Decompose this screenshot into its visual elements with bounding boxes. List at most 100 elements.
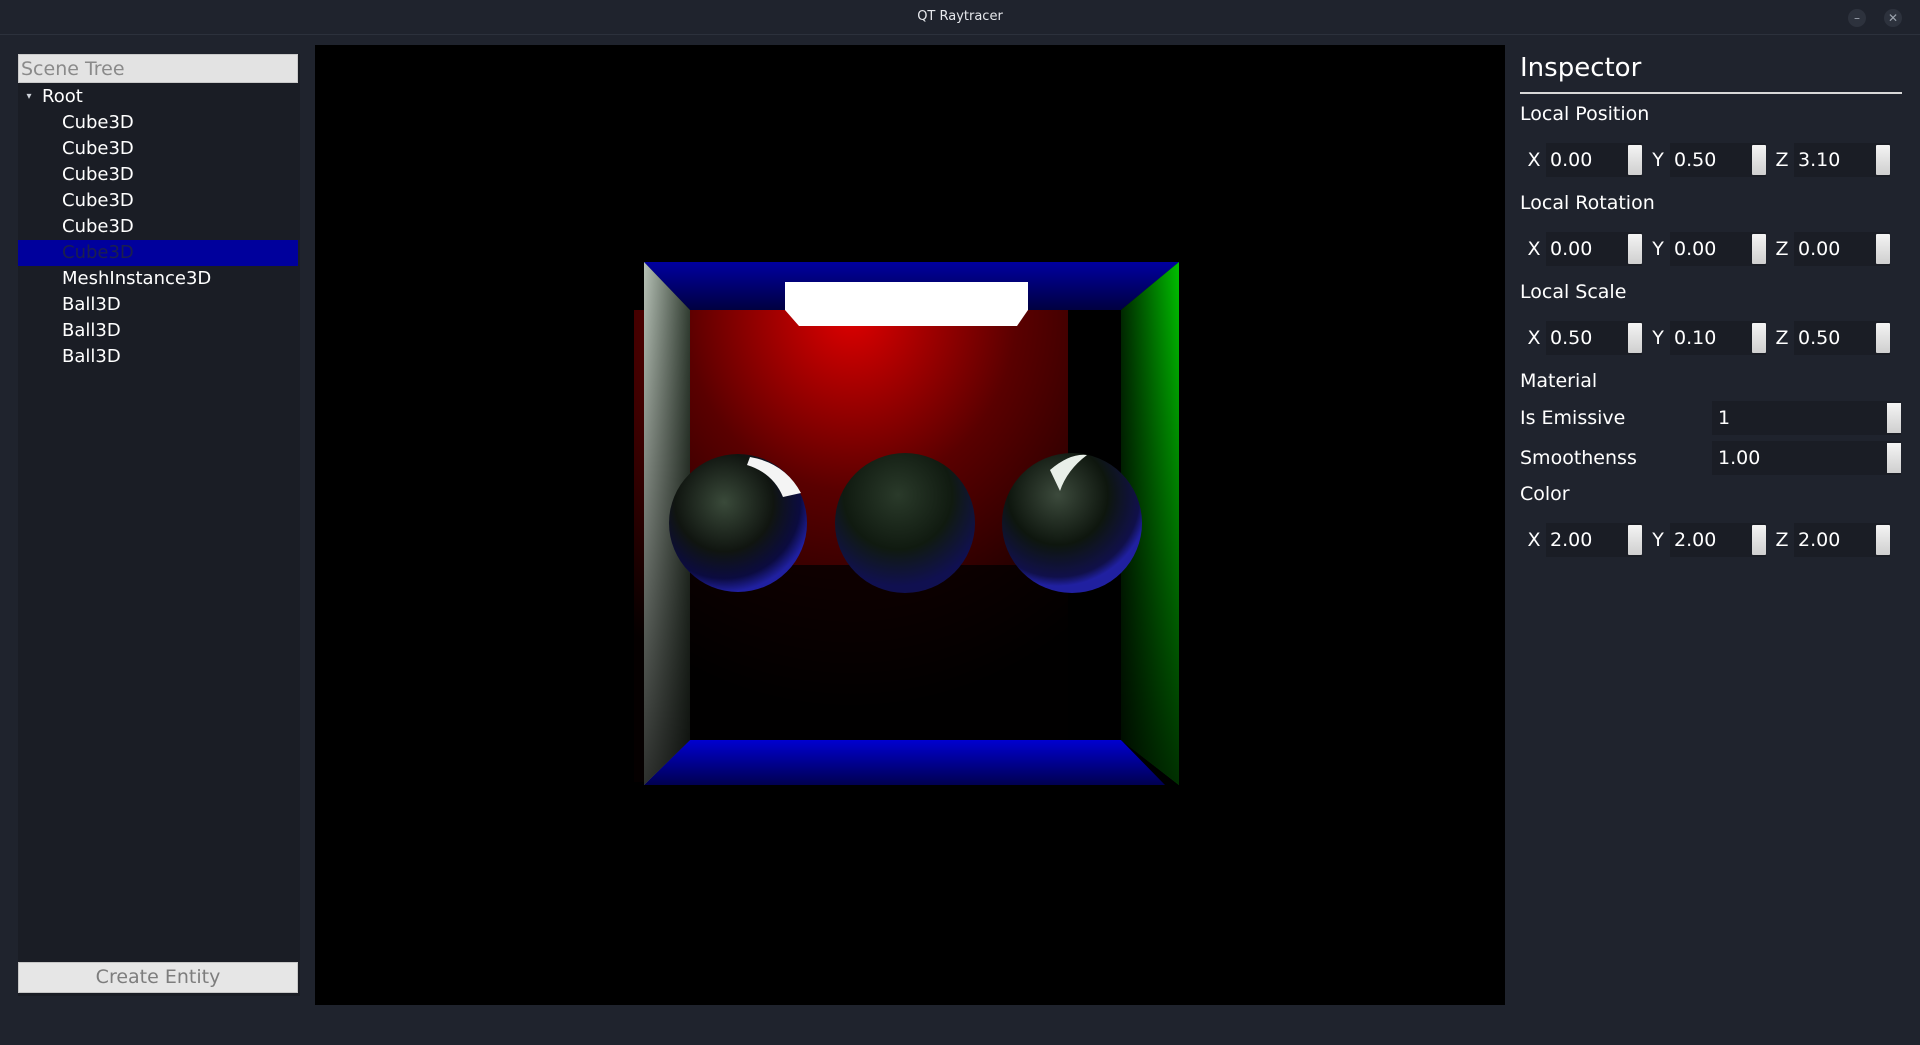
is-emissive-field[interactable]: 1 (1712, 401, 1901, 435)
smoothness-field[interactable]: 1.00 (1712, 441, 1901, 475)
smoothness-label: Smoothenss (1520, 447, 1637, 469)
local-scale-row: X 0.50 Y 0.10 Z 0.50 (1520, 321, 1902, 355)
inspector-panel: Inspector Local Position X 0.00 Y 0.50 Z… (1520, 45, 1902, 605)
field-value: 0.50 (1674, 149, 1717, 171)
is-emissive-row: Is Emissive 1 (1520, 401, 1902, 435)
field-value: 0.50 (1550, 327, 1593, 349)
local-scale-label: Local Scale (1520, 281, 1627, 303)
axis-z-label: Z (1775, 529, 1789, 551)
position-x-field[interactable]: 0.00 (1546, 143, 1642, 177)
material-label: Material (1520, 370, 1598, 392)
field-value: 0.00 (1798, 238, 1841, 260)
field-value: 1.00 (1718, 447, 1761, 469)
scene-tree-header: Scene Tree (18, 54, 298, 83)
tree-item-label: Ball3D (62, 346, 121, 367)
field-value: 0.50 (1798, 327, 1841, 349)
axis-x-label: X (1527, 529, 1541, 551)
spin-stepper-icon[interactable] (1887, 443, 1901, 473)
field-value: 2.00 (1674, 529, 1717, 551)
tree-item-label: Ball3D (62, 320, 121, 341)
spin-stepper-icon[interactable] (1628, 525, 1642, 555)
spin-stepper-icon[interactable] (1752, 525, 1766, 555)
field-value: 0.10 (1674, 327, 1717, 349)
tree-item-root[interactable]: ▾ Root (18, 84, 300, 110)
tree-item[interactable]: MeshInstance3D (18, 266, 300, 292)
spin-stepper-icon[interactable] (1628, 323, 1642, 353)
minimize-icon[interactable]: – (1848, 9, 1866, 27)
spin-stepper-icon[interactable] (1752, 323, 1766, 353)
scale-x-field[interactable]: 0.50 (1546, 321, 1642, 355)
tree-item[interactable]: Cube3D (18, 136, 300, 162)
tree-item-label: Cube3D (62, 242, 134, 263)
axis-y-label: Y (1652, 327, 1664, 349)
tree-item[interactable]: Cube3D (18, 214, 300, 240)
close-icon[interactable]: ✕ (1884, 9, 1902, 27)
local-position-row: X 0.00 Y 0.50 Z 3.10 (1520, 143, 1902, 177)
window-title: QT Raytracer (917, 9, 1003, 24)
tree-item-label: Ball3D (62, 294, 121, 315)
scale-z-field[interactable]: 0.50 (1794, 321, 1890, 355)
spin-stepper-icon[interactable] (1876, 234, 1890, 264)
field-value: 3.10 (1798, 149, 1841, 171)
rotation-y-field[interactable]: 0.00 (1670, 232, 1766, 266)
tree-item[interactable]: Ball3D (18, 318, 300, 344)
axis-z-label: Z (1775, 238, 1789, 260)
axis-x-label: X (1527, 149, 1541, 171)
local-rotation-row: X 0.00 Y 0.00 Z 0.00 (1520, 232, 1902, 266)
position-y-field[interactable]: 0.50 (1670, 143, 1766, 177)
create-entity-button[interactable]: Create Entity (18, 962, 298, 993)
scene-tree-panel: Scene Tree ▾ Root Cube3D Cube3D Cube3D C… (18, 54, 300, 996)
tree-item-label: Cube3D (62, 112, 134, 133)
spin-stepper-icon[interactable] (1628, 145, 1642, 175)
spin-stepper-icon[interactable] (1628, 234, 1642, 264)
tree-item[interactable]: Ball3D (18, 292, 300, 318)
spin-stepper-icon[interactable] (1887, 403, 1901, 433)
spin-stepper-icon[interactable] (1752, 234, 1766, 264)
scale-y-field[interactable]: 0.10 (1670, 321, 1766, 355)
axis-y-label: Y (1652, 238, 1664, 260)
local-position-label: Local Position (1520, 103, 1650, 125)
local-rotation-label: Local Rotation (1520, 192, 1655, 214)
position-z-field[interactable]: 3.10 (1794, 143, 1890, 177)
rotation-x-field[interactable]: 0.00 (1546, 232, 1642, 266)
color-label: Color (1520, 483, 1570, 505)
render-viewport[interactable] (315, 45, 1505, 1005)
raytraced-scene-image (634, 262, 1179, 785)
field-value: 2.00 (1550, 529, 1593, 551)
color-row: X 2.00 Y 2.00 Z 2.00 (1520, 523, 1902, 557)
axis-x-label: X (1527, 238, 1541, 260)
field-value: 2.00 (1798, 529, 1841, 551)
color-z-field[interactable]: 2.00 (1794, 523, 1890, 557)
tree-item-label: MeshInstance3D (62, 268, 212, 289)
tree-item[interactable]: Cube3D (18, 162, 300, 188)
spin-stepper-icon[interactable] (1876, 145, 1890, 175)
color-x-field[interactable]: 2.00 (1546, 523, 1642, 557)
tree-item[interactable]: Cube3D (18, 110, 300, 136)
spin-stepper-icon[interactable] (1752, 145, 1766, 175)
chevron-down-icon[interactable]: ▾ (22, 84, 36, 110)
inspector-title: Inspector (1520, 53, 1642, 83)
field-value: 0.00 (1550, 149, 1593, 171)
axis-z-label: Z (1775, 327, 1789, 349)
is-emissive-label: Is Emissive (1520, 407, 1626, 429)
field-value: 0.00 (1550, 238, 1593, 260)
spin-stepper-icon[interactable] (1876, 525, 1890, 555)
spin-stepper-icon[interactable] (1876, 323, 1890, 353)
axis-z-label: Z (1775, 149, 1789, 171)
axis-x-label: X (1527, 327, 1541, 349)
rotation-z-field[interactable]: 0.00 (1794, 232, 1890, 266)
smoothness-row: Smoothenss 1.00 (1520, 441, 1902, 475)
field-value: 0.00 (1674, 238, 1717, 260)
tree-item-label: Cube3D (62, 164, 134, 185)
tree-item-label: Root (42, 86, 83, 107)
tree-item-label: Cube3D (62, 190, 134, 211)
tree-item-selected[interactable]: Cube3D (18, 240, 298, 266)
field-value: 1 (1718, 407, 1731, 429)
inspector-divider (1520, 92, 1902, 94)
tree-item[interactable]: Ball3D (18, 344, 300, 370)
scene-tree[interactable]: ▾ Root Cube3D Cube3D Cube3D Cube3D Cube3… (18, 84, 300, 370)
title-bar: QT Raytracer – ✕ (0, 0, 1920, 35)
axis-y-label: Y (1652, 529, 1664, 551)
color-y-field[interactable]: 2.00 (1670, 523, 1766, 557)
tree-item[interactable]: Cube3D (18, 188, 300, 214)
